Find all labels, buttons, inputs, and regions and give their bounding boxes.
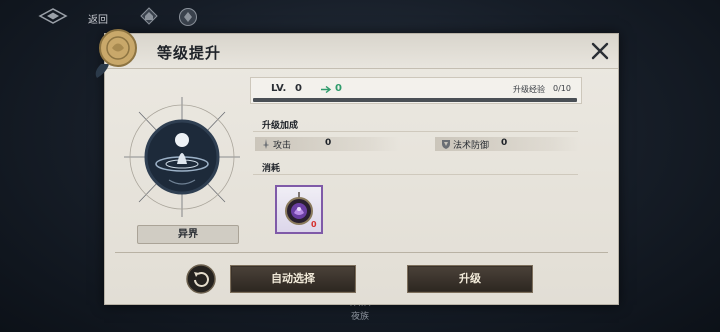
bonus-section-title: 升级加成 [262,121,299,131]
attack-dagger-icon [263,139,269,149]
caption-line-2: 夜族 [350,312,369,322]
magic-defense-shield-icon [442,140,450,149]
current-level: 0 [295,83,302,94]
close-icon[interactable] [589,40,611,62]
auto-select-button[interactable]: 自动选择 [230,265,356,293]
dialog-title: 等级提升 [157,44,222,62]
item-count: 0 [311,220,317,229]
home-icon[interactable] [140,7,158,25]
bonus-divider [253,131,578,132]
wax-seal-icon [95,29,137,78]
back-icon[interactable] [38,8,68,24]
upgrade-button[interactable]: 升级 [407,265,533,293]
exp-value: 0/10 [553,84,571,93]
realm-label: 异界 [137,225,239,244]
cost-section-title: 消耗 [262,164,281,174]
level-label: LV. [271,83,287,94]
next-level: 0 [335,83,342,94]
level-up-dialog: 等级提升 异界 LV. 0 0 升级经验 0/10 升级加成 攻击 0 法术防御… [95,29,619,305]
stat-value-attack: 0 [325,138,332,148]
stat-row-attack: 攻击 0 [255,137,400,151]
stat-name-attack: 攻击 [273,141,292,151]
dialog-title-bar: 等级提升 [105,34,618,69]
stat-name-magic-defense: 法术防御 [453,141,490,151]
exp-progress-bar [253,98,577,102]
exp-label: 升级经验 [513,85,545,94]
cost-item-slot[interactable]: 0 [275,185,323,234]
help-icon[interactable] [178,7,198,27]
stat-row-magic-defense: 法术防御 0 [435,137,580,151]
arrow-right-icon [321,86,332,93]
stat-value-magic-defense: 0 [501,138,508,148]
footer-divider [115,252,608,253]
cost-divider [253,174,578,175]
reset-button[interactable] [186,264,216,294]
realm-emblem-icon [124,97,240,217]
